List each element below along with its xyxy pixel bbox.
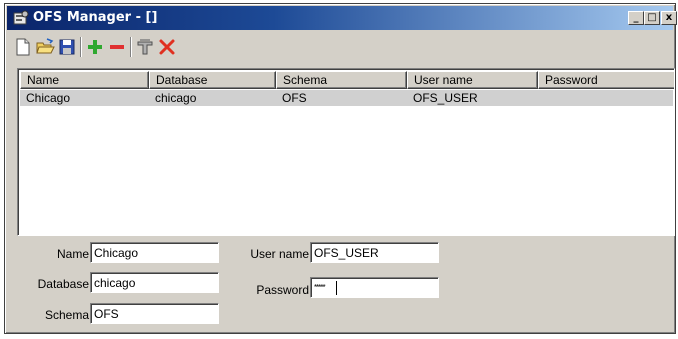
cell-database: chicago [155, 91, 197, 105]
schema-label: Schema [44, 308, 89, 322]
table-header: Name Database Schema User name Password [20, 71, 674, 89]
new-icon[interactable] [13, 37, 33, 57]
name-field[interactable] [90, 242, 219, 263]
column-header-name[interactable]: Name [20, 71, 149, 89]
password-field[interactable] [310, 277, 439, 298]
cell-name: Chicago [26, 91, 71, 105]
toolbar [9, 34, 669, 60]
save-icon[interactable] [57, 37, 77, 57]
delete-icon[interactable] [157, 37, 177, 57]
connect-icon[interactable] [135, 37, 155, 57]
maximize-button[interactable]: □ [644, 11, 660, 25]
ofs-manager-window: OFS Manager - [] _ □ x Name Database Sch… [4, 3, 677, 334]
column-header-password[interactable]: Password [538, 71, 674, 89]
user-name-field[interactable] [310, 242, 439, 263]
database-field[interactable] [90, 272, 219, 293]
user-name-label: User name [250, 247, 309, 261]
cell-password [538, 90, 673, 106]
column-header-user-name[interactable]: User name [407, 71, 538, 89]
table-row[interactable]: Chicago chicago OFS OFS_USER [20, 90, 673, 106]
column-header-database[interactable]: Database [149, 71, 276, 89]
window-title: OFS Manager - [] [33, 10, 158, 25]
minimize-button[interactable]: _ [628, 11, 644, 25]
connections-table[interactable]: Name Database Schema User name Password … [17, 68, 675, 236]
name-label: Name [56, 247, 89, 261]
remove-icon[interactable] [107, 37, 127, 57]
title-bar[interactable]: OFS Manager - [] _ □ x [7, 6, 677, 30]
schema-field[interactable] [90, 303, 219, 324]
text-caret [336, 281, 337, 295]
app-icon [13, 10, 29, 26]
toolbar-separator [130, 37, 132, 57]
cell-schema: OFS [282, 91, 307, 105]
column-header-schema[interactable]: Schema [276, 71, 407, 89]
database-label: Database [37, 277, 89, 291]
toolbar-separator [80, 37, 82, 57]
add-icon[interactable] [85, 37, 105, 57]
password-label: Password [256, 283, 309, 297]
open-icon[interactable] [35, 37, 55, 57]
close-button[interactable]: x [661, 11, 677, 25]
cell-user-name: OFS_USER [413, 91, 478, 105]
